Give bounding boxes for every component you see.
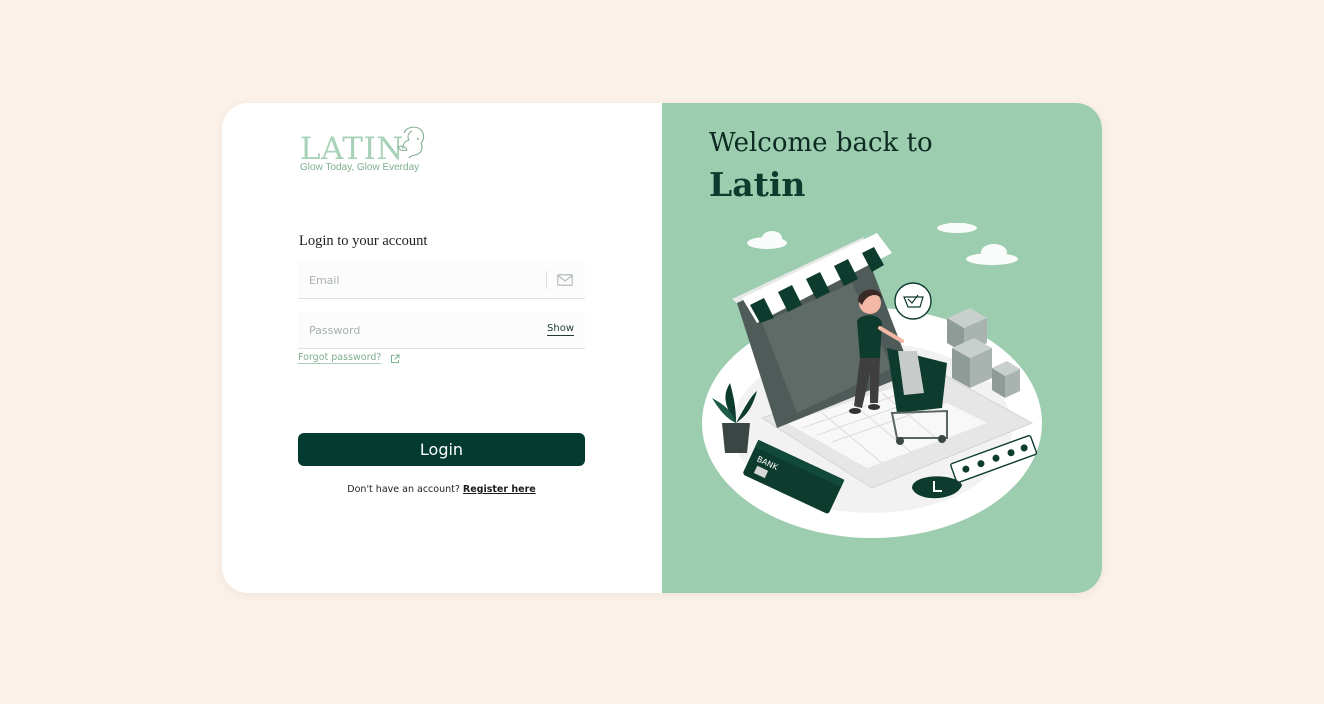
login-panel: LATIN Glow Today, Glow Everday Login to … [222,103,662,593]
forgot-password-link[interactable]: Forgot password? [298,352,382,364]
register-prompt-text: Don't have an account? [347,484,460,495]
logo-tagline: Glow Today, Glow Everday [300,162,420,173]
welcome-panel: Welcome back to Latin BANK [662,103,1102,593]
shopping-illustration: BANK [702,223,1042,538]
email-input[interactable] [298,262,539,298]
welcome-title: Welcome back to [709,128,933,158]
show-password-toggle[interactable]: Show [547,323,574,336]
register-prompt: Don't have an account? Register here [298,484,585,495]
login-button[interactable]: Login [298,433,585,466]
register-link[interactable]: Register here [463,484,536,495]
external-link-icon [391,354,400,363]
brand-title: Latin [709,165,806,204]
logo-face-icon [397,126,425,159]
login-heading: Login to your account [299,233,428,249]
password-input[interactable] [298,312,539,348]
login-card: LATIN Glow Today, Glow Everday Login to … [222,103,1102,593]
field-divider [546,271,547,289]
mail-icon [557,274,573,286]
password-field: Show [298,312,585,349]
email-field [298,262,585,299]
logo: LATIN Glow Today, Glow Everday [300,126,430,177]
